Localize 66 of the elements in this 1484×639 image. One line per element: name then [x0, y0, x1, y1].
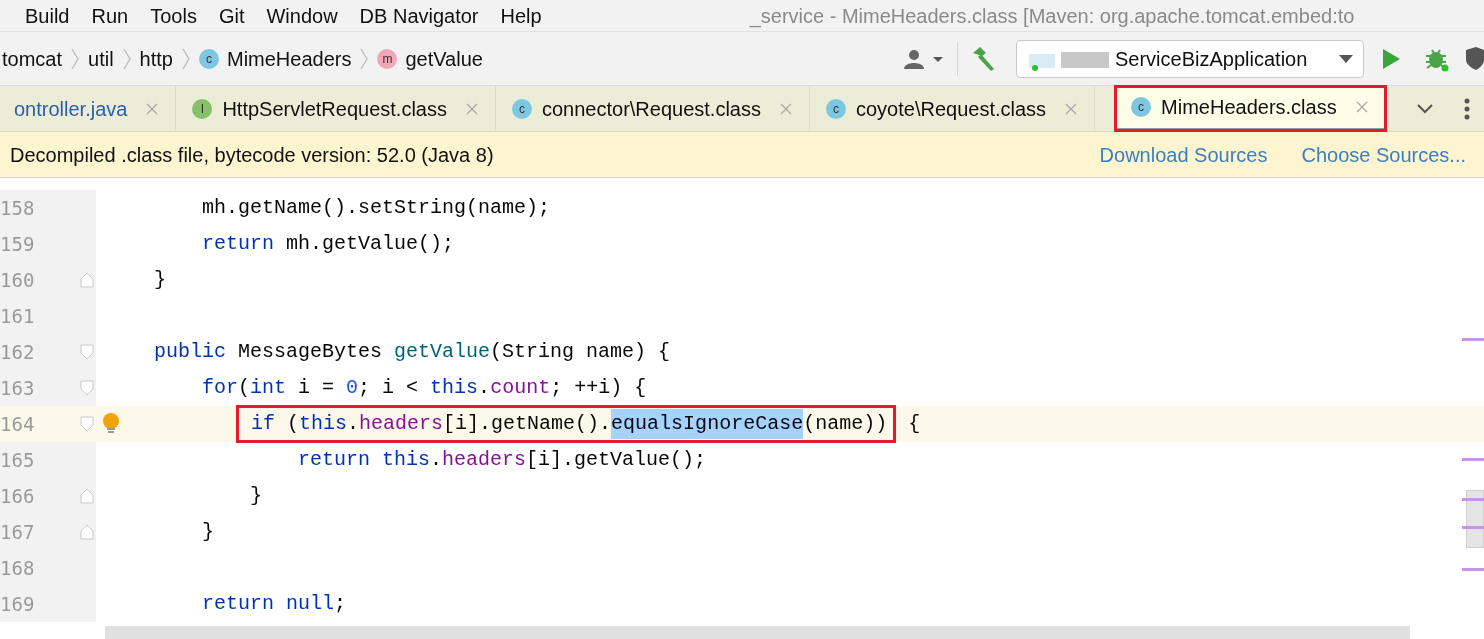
menu-item[interactable]: Help: [500, 0, 542, 31]
error-stripe-mark: [1462, 568, 1484, 571]
editor-tab[interactable]: ontroller.java: [0, 86, 177, 131]
chevron-right-icon: [121, 46, 132, 71]
class-icon: c: [825, 98, 846, 119]
code-line: return mh.getValue();: [201, 231, 455, 257]
code-line: for(int i = 0; i < this.count; ++i) {: [201, 375, 647, 401]
error-stripe-mark: [1462, 338, 1484, 341]
chevron-right-icon: [180, 46, 191, 71]
banner-link[interactable]: Download Sources: [1099, 139, 1268, 170]
code-line: public MessageBytes getValue(String name) {: [154, 339, 671, 365]
lightbulb-icon[interactable]: [102, 412, 120, 436]
fold-icon[interactable]: [80, 380, 94, 396]
fold-icon[interactable]: [80, 344, 94, 360]
code-line: return this.headers[i].getValue();: [297, 447, 707, 473]
code-line: }: [154, 267, 166, 293]
menu-item[interactable]: Tools: [150, 0, 197, 31]
highlight-box: if (this.headers[i].getName().equalsIgnoreCase(name)): [236, 405, 897, 443]
class-icon: c: [198, 48, 219, 69]
method-icon: m: [377, 48, 398, 69]
breadcrumb-item[interactable]: tomcat: [2, 43, 63, 74]
close-icon[interactable]: [1354, 100, 1369, 114]
banner-text: Decompiled .class file, bytecode version: 52.0 (Java 8): [10, 142, 494, 168]
horizontal-scrollbar[interactable]: [105, 626, 1410, 639]
breadcrumb-item[interactable]: getValue: [405, 43, 483, 74]
code-line: mh.getName().setString(name);: [201, 195, 551, 221]
close-icon[interactable]: [778, 101, 793, 116]
fold-icon[interactable]: [80, 488, 94, 504]
chevron-right-icon: [359, 46, 370, 71]
caret-icon: [1339, 53, 1353, 64]
close-icon[interactable]: [464, 101, 479, 116]
menu-item[interactable]: Build: [25, 0, 70, 31]
menu-item[interactable]: Window: [266, 0, 338, 31]
error-stripe-mark: [1462, 498, 1484, 501]
editor-tab[interactable]: I HttpServletRequest.class: [176, 86, 496, 131]
close-icon[interactable]: [1064, 101, 1079, 116]
class-icon: c: [1131, 97, 1152, 117]
banner-link[interactable]: Choose Sources...: [1301, 139, 1466, 170]
breadcrumb-item[interactable]: MimeHeaders: [226, 43, 352, 74]
shield-icon[interactable]: [1464, 45, 1484, 72]
error-stripe-mark: [1462, 458, 1484, 461]
code-line: if (this.headers[i].getName().equalsIgnoreCase(name)) {: [154, 405, 921, 443]
window-title: _service - MimeHeaders.class [Maven: org.apache.tomcat.embed:to: [749, 3, 1355, 30]
close-icon[interactable]: [145, 101, 160, 116]
menu-item[interactable]: Run: [91, 0, 129, 31]
breadcrumb-item[interactable]: http: [139, 43, 173, 74]
fold-icon[interactable]: [80, 524, 94, 540]
fold-icon[interactable]: [80, 416, 94, 432]
editor-tab[interactable]: c coyote\Request.class: [809, 86, 1096, 131]
chevron-down-icon[interactable]: [1416, 102, 1434, 115]
play-icon[interactable]: [1380, 46, 1402, 71]
editor-tab[interactable]: c connector\Request.class: [495, 86, 810, 131]
menu-item[interactable]: DB Navigator: [359, 0, 479, 31]
interface-icon: I: [192, 98, 213, 119]
editor-tab[interactable]: c MimeHeaders.class: [1115, 86, 1386, 131]
more-icon[interactable]: [1464, 97, 1470, 120]
breadcrumb-item[interactable]: util: [88, 43, 114, 74]
menu-item[interactable]: Git: [218, 0, 245, 31]
code-line: }: [201, 519, 214, 545]
code-line: }: [249, 483, 263, 509]
class-icon: c: [511, 98, 532, 119]
run-configuration-dropdown[interactable]: ServiceBizApplication: [1016, 39, 1364, 78]
error-stripe-mark: [1462, 526, 1484, 529]
code-line: return null;: [201, 591, 347, 617]
chevron-right-icon: [70, 46, 81, 71]
fold-icon[interactable]: [80, 272, 94, 288]
